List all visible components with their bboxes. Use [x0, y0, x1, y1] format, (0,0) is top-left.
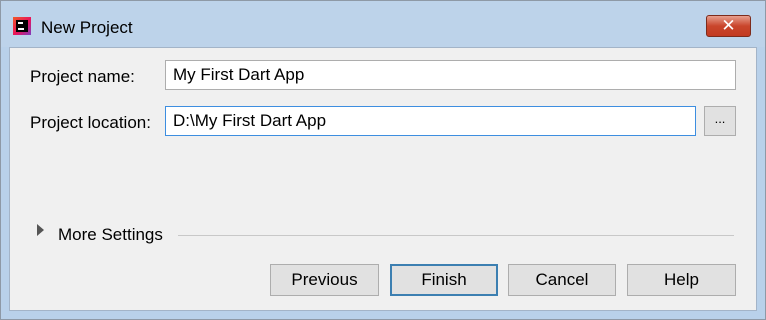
project-location-label: Project location:: [30, 113, 151, 132]
project-location-input[interactable]: D:\My First Dart App: [165, 106, 696, 136]
dialog-content: Project name: My First Dart App Project …: [9, 47, 757, 311]
new-project-dialog: New Project ✕ Project name: My First Dar…: [0, 0, 766, 320]
close-button[interactable]: ✕: [706, 15, 751, 37]
cancel-button[interactable]: Cancel: [508, 264, 616, 296]
finish-button[interactable]: Finish: [390, 264, 498, 296]
separator-line: [178, 235, 734, 236]
previous-button[interactable]: Previous: [270, 264, 379, 296]
project-name-label: Project name:: [30, 67, 135, 86]
window-title: New Project: [41, 18, 133, 37]
help-button[interactable]: Help: [627, 264, 736, 296]
more-settings-label[interactable]: More Settings: [58, 225, 163, 245]
browse-button[interactable]: ...: [704, 106, 736, 136]
project-name-input[interactable]: My First Dart App: [165, 60, 736, 90]
expand-triangle-icon[interactable]: [37, 224, 44, 236]
app-icon: [13, 17, 31, 35]
title-bar[interactable]: New Project ✕: [1, 1, 765, 47]
